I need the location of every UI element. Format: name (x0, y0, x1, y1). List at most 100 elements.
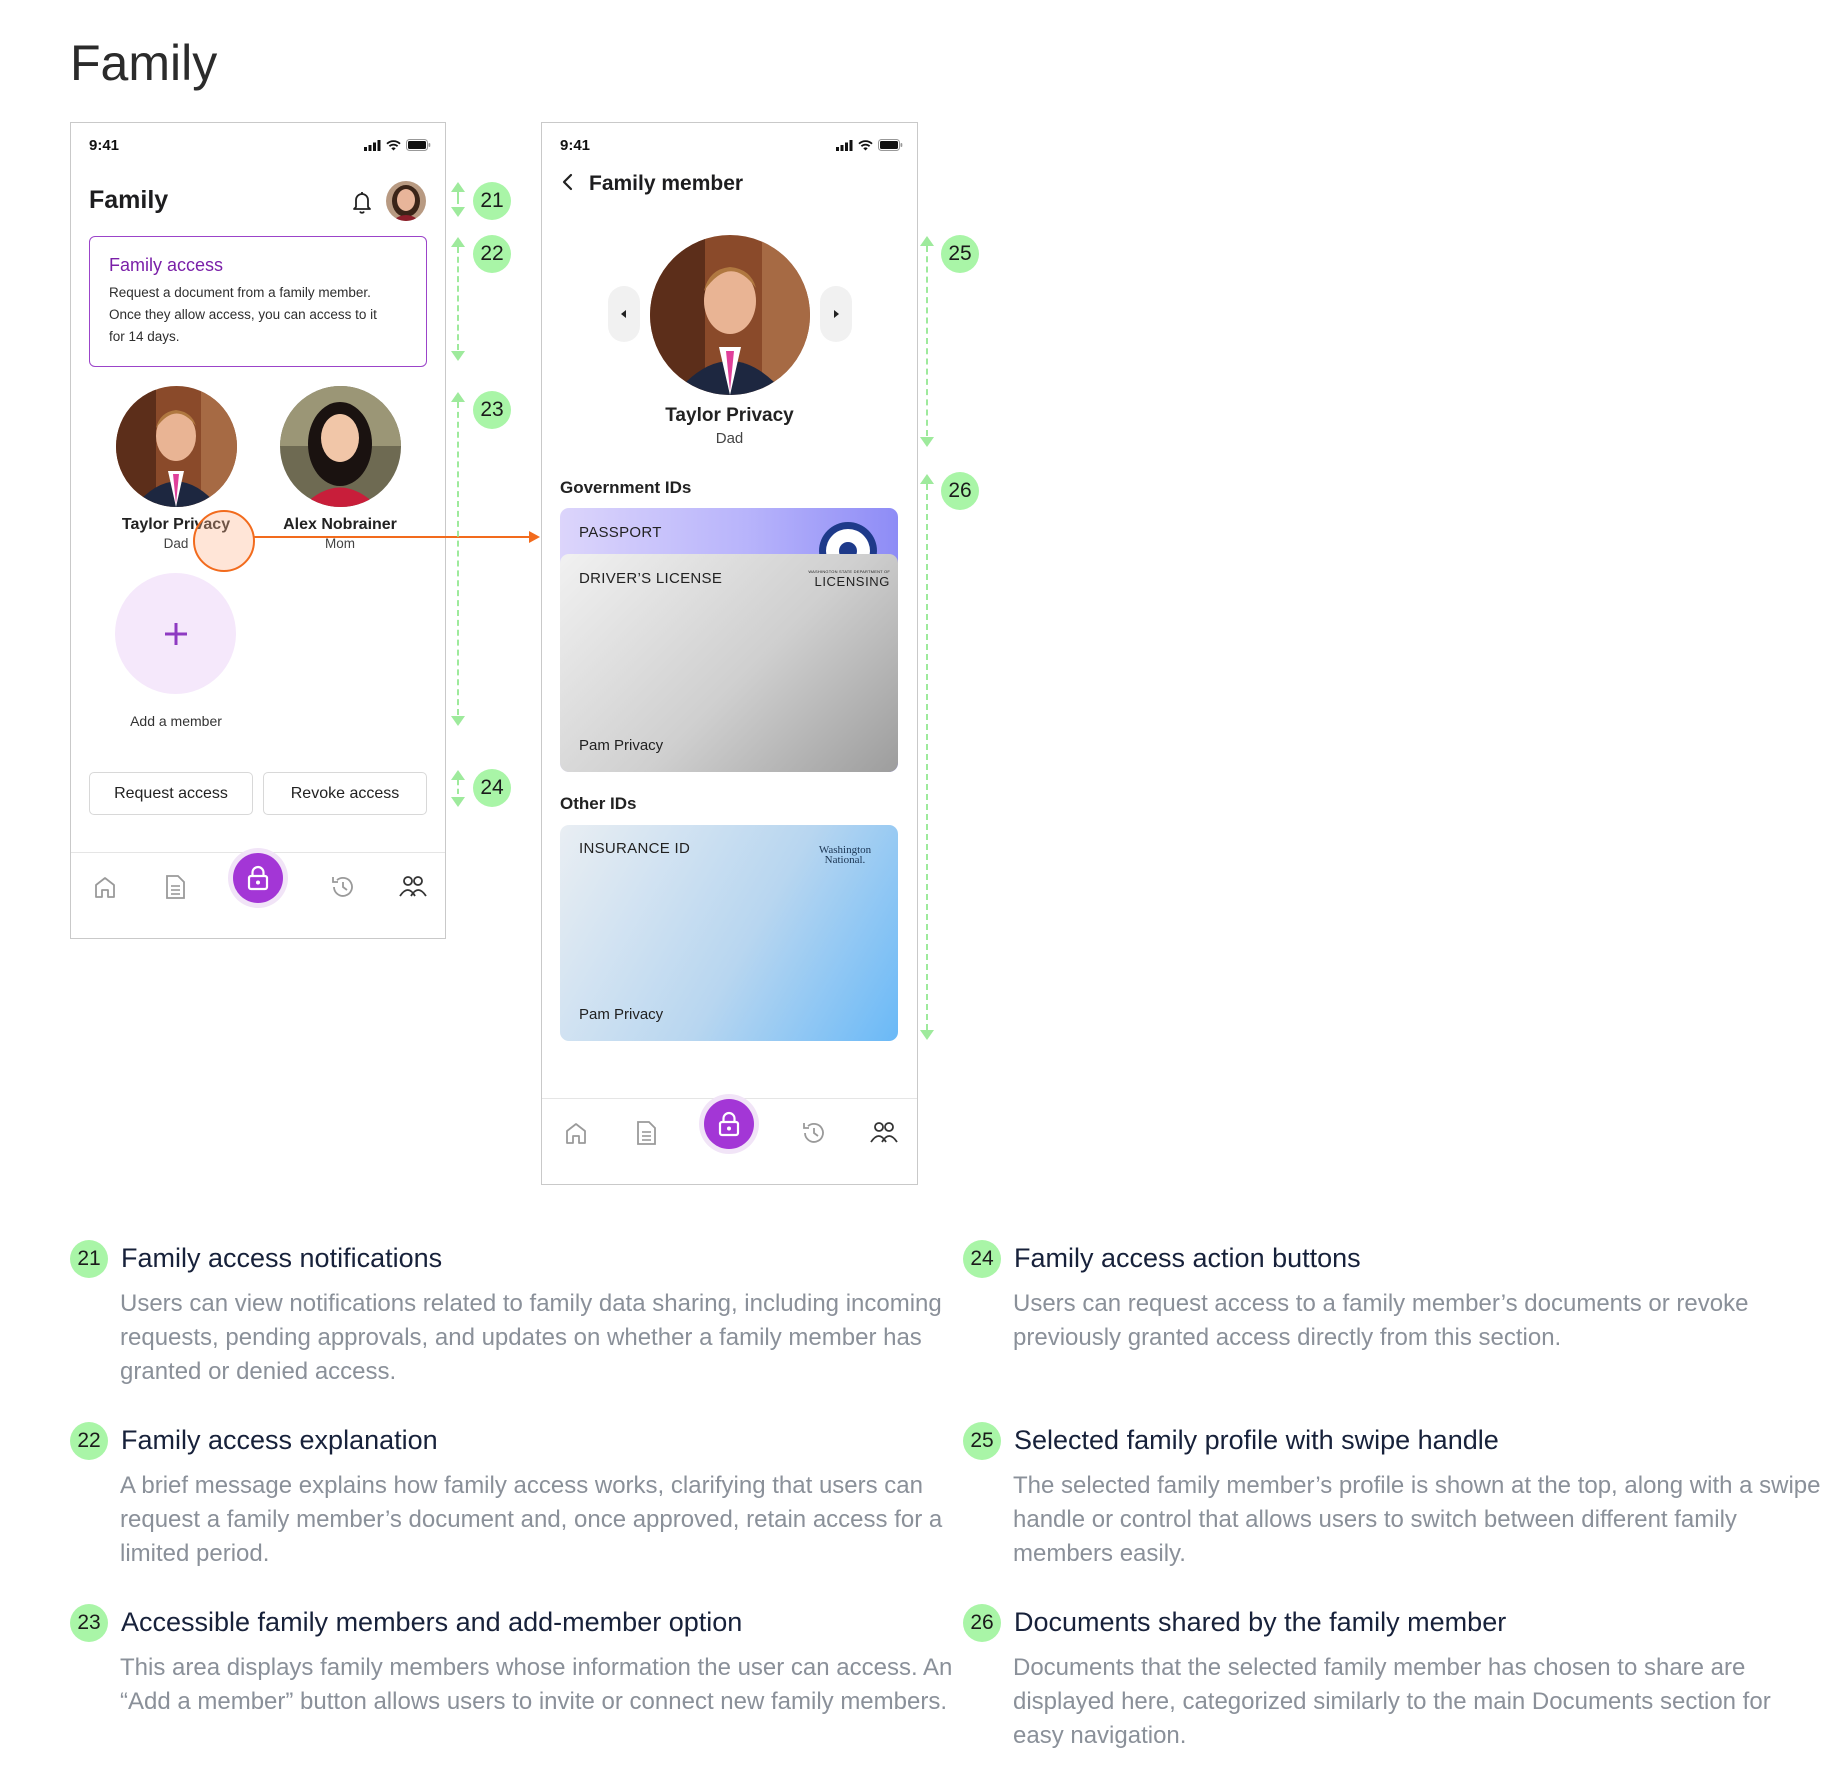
legend-number: 26 (963, 1604, 1001, 1642)
family-screen: 9:41 Family Family access Request a docu… (70, 122, 446, 939)
signal-icon (364, 139, 381, 151)
profile-photo (650, 235, 810, 395)
insurance-logo: Washington National. (800, 845, 890, 866)
tap-highlight (193, 510, 255, 572)
home-icon[interactable] (89, 871, 121, 903)
access-card-line: for 14 days. (109, 329, 180, 344)
plus-icon (164, 622, 187, 645)
legend-text: Documents that the selected family membe… (1013, 1654, 1771, 1749)
annotation-marker: 24 (473, 769, 511, 807)
legend-title: Documents shared by the family member (1014, 1607, 1507, 1637)
dimension-line (457, 247, 459, 350)
history-icon[interactable] (327, 871, 359, 903)
member-role: Mom (325, 536, 355, 551)
passport-label: PASSPORT (579, 524, 662, 541)
drivers-license-holder: Pam Privacy (579, 737, 664, 754)
member-alex[interactable]: Alex Nobrainer Mom (260, 386, 420, 551)
annotation-marker: 21 (473, 182, 511, 220)
family-icon[interactable] (868, 1117, 900, 1149)
family-access-card: Family access Request a document from a … (89, 236, 427, 367)
member-photo (279, 386, 401, 507)
dimension-arrow-up-icon (920, 474, 934, 484)
screen-title: Family member (589, 172, 744, 195)
lock-tab-button[interactable] (233, 853, 283, 903)
screen-title: Family (89, 186, 169, 214)
legend-number: 21 (70, 1240, 108, 1278)
status-bar: 9:41 (71, 123, 445, 171)
access-card-title: Family access (109, 255, 224, 275)
dimension-arrow-down-icon (920, 437, 934, 447)
battery-icon (878, 139, 903, 151)
profile-role: Dad (715, 430, 744, 447)
dimension-line (926, 246, 928, 436)
annotation-marker: 25 (941, 235, 979, 273)
legend-title: Family access explanation (121, 1425, 438, 1455)
dimension-line (457, 780, 459, 794)
lock-icon (718, 1111, 740, 1137)
document-icon[interactable] (630, 1117, 662, 1149)
back-chevron-icon[interactable] (560, 171, 576, 193)
insurance-holder: Pam Privacy (579, 1006, 664, 1023)
dimension-line (457, 192, 459, 204)
next-member-button[interactable] (820, 286, 852, 342)
tab-bar (71, 852, 445, 938)
access-card-body: Request a document from a family member.… (109, 282, 408, 348)
wifi-icon (386, 139, 401, 150)
legend-number: 24 (963, 1240, 1001, 1278)
annotation-marker: 22 (473, 235, 511, 273)
profile-name: Taylor Privacy (665, 405, 794, 426)
section-government-ids: Government IDs (560, 478, 692, 497)
caret-left-icon (621, 310, 626, 318)
legend-title: Accessible family members and add-member… (121, 1607, 743, 1637)
passport-card[interactable]: PASSPORT DRIVER’S LICENSE WASHINGTON STA… (560, 508, 898, 772)
legend-number: 23 (70, 1604, 108, 1642)
status-time: 9:41 (89, 137, 120, 154)
dimension-arrow-down-icon (451, 716, 465, 726)
legend-text: Users can request access to a family mem… (1013, 1290, 1749, 1351)
bell-icon[interactable] (350, 189, 374, 215)
tab-bar (542, 1098, 917, 1184)
history-icon[interactable] (798, 1117, 830, 1149)
drivers-license-card[interactable]: DRIVER’S LICENSE WASHINGTON STATE DEPART… (560, 554, 898, 772)
legend-text: The selected family member’s profile is … (1013, 1472, 1821, 1567)
page-title: Family (70, 35, 218, 91)
dimension-line (457, 402, 459, 715)
home-icon[interactable] (560, 1117, 592, 1149)
signal-icon (836, 139, 853, 151)
annotation-marker: 26 (941, 472, 979, 510)
dimension-arrow-down-icon (451, 797, 465, 807)
flow-connector (253, 536, 531, 538)
caret-right-icon (834, 310, 839, 318)
dimension-arrow-down-icon (920, 1030, 934, 1040)
access-card-line: Request a document from a family member. (109, 285, 371, 300)
insurance-label: INSURANCE ID (579, 840, 691, 857)
legend-number: 22 (70, 1422, 108, 1460)
dimension-line (926, 484, 928, 1030)
dimension-arrow-up-icon (451, 237, 465, 247)
add-member-button[interactable] (115, 573, 236, 694)
previous-member-button[interactable] (608, 286, 640, 342)
legend-text: This area displays family members whose … (120, 1654, 953, 1715)
licensing-logo: WASHINGTON STATE DEPARTMENT OF LICENSING (770, 569, 890, 589)
status-time: 9:41 (560, 137, 591, 154)
status-icons (364, 139, 431, 151)
lock-tab-button[interactable] (704, 1099, 754, 1149)
lock-icon (247, 865, 269, 891)
legend-title: Family access action buttons (1014, 1243, 1361, 1273)
add-member-label: Add a member (130, 713, 222, 729)
document-icon[interactable] (159, 871, 191, 903)
family-icon[interactable] (397, 871, 429, 903)
revoke-access-button[interactable]: Revoke access (263, 772, 427, 815)
request-access-button[interactable]: Request access (89, 772, 253, 815)
legend-number: 25 (963, 1422, 1001, 1460)
avatar[interactable] (386, 181, 426, 221)
battery-icon (406, 139, 431, 151)
legend-title: Selected family profile with swipe handl… (1014, 1425, 1499, 1455)
insurance-card[interactable]: INSURANCE ID Washington National. Pam Pr… (560, 825, 898, 1041)
flow-arrow-icon (529, 531, 540, 543)
access-card-line: Once they allow access, you can access t… (109, 307, 377, 322)
section-other-ids: Other IDs (560, 794, 637, 813)
insurance-issuer-line2: National. (824, 854, 866, 866)
wifi-icon (858, 139, 873, 150)
annotation-marker: 23 (473, 391, 511, 429)
